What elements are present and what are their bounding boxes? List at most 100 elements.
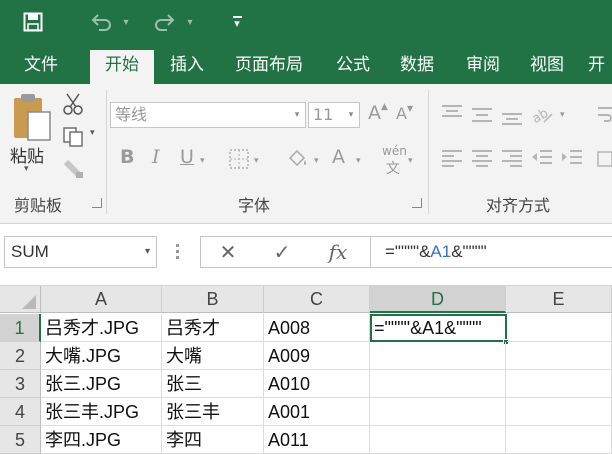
undo-icon[interactable] — [86, 8, 116, 36]
copy-icon[interactable] — [62, 126, 86, 148]
underline-button[interactable]: U — [180, 146, 194, 168]
paste-dropdown-icon[interactable]: ▾ — [24, 164, 29, 174]
save-icon[interactable] — [18, 8, 48, 36]
quick-access-toolbar: ▾ ▾ ▾ — [0, 0, 612, 44]
cut-icon[interactable] — [62, 92, 86, 116]
tab-view[interactable]: 视图 — [520, 50, 574, 84]
cell-c2[interactable]: A009 — [264, 342, 370, 370]
tab-formulas[interactable]: 公式 — [326, 50, 380, 84]
tab-more[interactable]: 开 — [588, 50, 612, 84]
cell-c5[interactable]: A011 — [264, 426, 370, 454]
cell-c1[interactable]: A008 — [264, 314, 370, 342]
underline-dropdown-icon[interactable]: ▾ — [200, 156, 205, 166]
cell-b5[interactable]: 李四 — [162, 426, 264, 454]
cell-b4[interactable]: 张三丰 — [162, 398, 264, 426]
increase-indent-icon[interactable] — [560, 148, 584, 170]
cell-e2[interactable] — [506, 342, 612, 370]
cell-a5[interactable]: 李四.JPG — [41, 426, 162, 454]
cell-d1-active[interactable]: =""""&A1&"""" — [370, 314, 507, 342]
orientation-icon[interactable]: ab — [530, 102, 556, 127]
font-launcher-icon[interactable] — [412, 198, 422, 208]
shrink-font-button[interactable]: A▼ — [396, 104, 413, 123]
row-header[interactable]: 5 — [0, 426, 41, 454]
middle-align-icon[interactable] — [470, 104, 494, 126]
row-header[interactable]: 3 — [0, 370, 41, 398]
column-header-b[interactable]: B — [162, 286, 264, 313]
undo-dropdown-icon[interactable]: ▾ — [118, 8, 134, 36]
bottom-align-icon[interactable] — [500, 104, 524, 126]
column-header-c[interactable]: C — [264, 286, 370, 313]
column-header-d[interactable]: D — [370, 286, 506, 313]
decrease-indent-icon[interactable] — [530, 148, 554, 170]
row-header[interactable]: 1 — [0, 314, 41, 342]
copy-dropdown-icon[interactable]: ▾ — [90, 128, 95, 138]
format-painter-icon[interactable] — [62, 158, 86, 180]
orientation-dropdown-icon[interactable]: ▾ — [560, 110, 565, 120]
cell-d2[interactable] — [370, 342, 506, 370]
clipboard-launcher-icon[interactable] — [92, 198, 102, 208]
column-header-a[interactable]: A — [41, 286, 162, 313]
borders-dropdown-icon[interactable]: ▾ — [254, 156, 259, 166]
align-center-icon[interactable] — [470, 148, 494, 170]
tab-home[interactable]: 开始 — [90, 50, 154, 84]
cell-a4[interactable]: 张三丰.JPG — [41, 398, 162, 426]
tab-review[interactable]: 审阅 — [456, 50, 510, 84]
chevron-down-icon[interactable]: ▾ — [145, 237, 150, 267]
formula-reference: A1 — [430, 242, 452, 261]
cell-b3[interactable]: 张三 — [162, 370, 264, 398]
select-all-corner[interactable] — [0, 286, 41, 313]
italic-button[interactable]: I — [152, 146, 160, 168]
cell-b2[interactable]: 大嘴 — [162, 342, 264, 370]
cell-e1[interactable] — [507, 314, 612, 342]
cell-c4[interactable]: A001 — [264, 398, 370, 426]
fill-color-icon[interactable] — [286, 148, 310, 172]
cell-c3[interactable]: A010 — [264, 370, 370, 398]
chevron-down-icon[interactable]: ▾ — [343, 103, 359, 127]
enter-icon[interactable]: ✓ — [268, 236, 296, 268]
cell-d4[interactable] — [370, 398, 506, 426]
merge-center-icon[interactable] — [596, 148, 612, 170]
chevron-down-icon[interactable]: ▾ — [289, 103, 305, 127]
phonetic-guide-button[interactable]: wén — [382, 144, 407, 158]
cell-b1[interactable]: 吕秀才 — [162, 314, 264, 342]
cancel-icon[interactable]: ✕ — [214, 236, 242, 268]
phonetic-dropdown-icon[interactable]: ▾ — [408, 156, 413, 166]
cell-a2[interactable]: 大嘴.JPG — [41, 342, 162, 370]
cell-e4[interactable] — [506, 398, 612, 426]
tab-insert[interactable]: 插入 — [160, 50, 214, 84]
font-name-field[interactable]: 等线 ▾ — [110, 102, 306, 128]
cell-d3[interactable] — [370, 370, 506, 398]
splitter-handle-icon[interactable] — [176, 244, 179, 260]
group-separator — [428, 90, 429, 214]
top-align-icon[interactable] — [440, 104, 464, 126]
fill-color-dropdown-icon[interactable]: ▾ — [314, 156, 319, 166]
bold-button[interactable]: B — [120, 146, 134, 168]
row-header[interactable]: 2 — [0, 342, 41, 370]
cell-a3[interactable]: 张三.JPG — [41, 370, 162, 398]
cell-d5[interactable] — [370, 426, 506, 454]
column-header-e[interactable]: E — [506, 286, 612, 313]
redo-dropdown-icon[interactable]: ▾ — [182, 8, 198, 36]
font-size-field[interactable]: 11 ▾ — [308, 102, 360, 128]
name-box[interactable]: SUM ▾ — [4, 236, 157, 268]
font-color-button[interactable]: A — [332, 146, 345, 168]
borders-icon[interactable] — [228, 148, 250, 170]
tab-page-layout[interactable]: 页面布局 — [222, 50, 316, 84]
tab-file[interactable]: 文件 — [12, 50, 70, 84]
cell-e5[interactable] — [506, 426, 612, 454]
formula-input[interactable]: =""""&A1&"""" — [370, 236, 612, 268]
wrap-text-icon[interactable] — [596, 104, 612, 126]
ribbon: 粘贴 ▾ ▾ 剪贴板 等线 ▾ 11 ▾ A▲ A▼ B I U ▾ ▾ ▾ A… — [0, 84, 612, 224]
tab-data[interactable]: 数据 — [390, 50, 444, 84]
paste-icon[interactable] — [10, 92, 52, 144]
customize-dropdown-icon[interactable]: ▾ — [226, 8, 248, 36]
font-color-dropdown-icon[interactable]: ▾ — [356, 156, 361, 166]
redo-icon[interactable] — [150, 8, 180, 36]
grow-font-button[interactable]: A▲ — [368, 102, 388, 124]
cell-e3[interactable] — [506, 370, 612, 398]
insert-function-button[interactable]: fx — [322, 236, 354, 268]
row-header[interactable]: 4 — [0, 398, 41, 426]
align-left-icon[interactable] — [440, 148, 464, 170]
cell-a1[interactable]: 吕秀才.JPG — [41, 314, 162, 342]
align-right-icon[interactable] — [500, 148, 524, 170]
